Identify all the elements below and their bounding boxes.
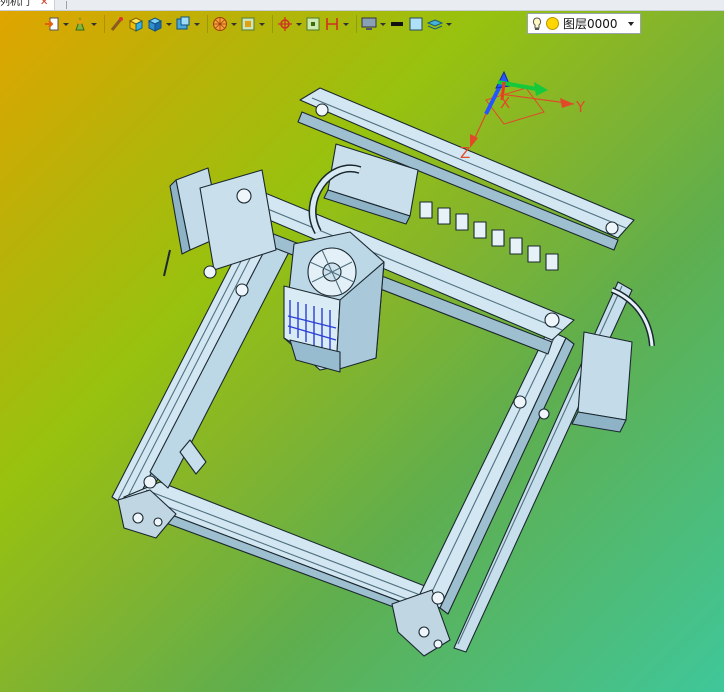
- frame-rail-left: [111, 231, 271, 511]
- stepper-motor-right: [577, 331, 633, 421]
- cnc-laser-engraver-model[interactable]: [0, 0, 724, 692]
- material-button[interactable]: [72, 13, 97, 35]
- document-tab-label: 列机门: [0, 0, 30, 8]
- lightbulb-icon[interactable]: [532, 16, 542, 31]
- snap-button[interactable]: [277, 13, 302, 35]
- import-button[interactable]: [44, 13, 69, 35]
- layer-stack-icon: [427, 19, 443, 30]
- chevron-down-icon[interactable]: [628, 22, 634, 26]
- zoom-box-icon: [306, 17, 320, 31]
- axis-x-label: X: [500, 94, 510, 112]
- cube-blue-icon: [147, 17, 163, 32]
- import-icon: [45, 17, 59, 31]
- frame-button[interactable]: [240, 13, 265, 35]
- material-icon: [75, 17, 85, 31]
- cube-yellow-icon: [128, 17, 144, 32]
- display-mode-button[interactable]: [147, 13, 172, 35]
- zoom-box-button[interactable]: [305, 13, 321, 35]
- layer-name: 图层0000: [563, 17, 618, 31]
- close-icon[interactable]: ✕: [40, 0, 48, 8]
- line-color-icon: [391, 22, 403, 26]
- line-color-button[interactable]: [389, 13, 405, 35]
- sphere-icon: [213, 17, 227, 31]
- layer-manager-button[interactable]: [427, 13, 452, 35]
- measure-button[interactable]: [324, 13, 349, 35]
- 3d-viewport[interactable]: X Y Z: [0, 0, 724, 692]
- brush-button[interactable]: [109, 13, 125, 35]
- document-tab[interactable]: 列机门 ✕: [0, 0, 56, 10]
- solid-shade-button[interactable]: [128, 13, 144, 35]
- monitor-button[interactable]: [361, 13, 386, 35]
- measure-icon: [326, 18, 338, 30]
- monitor-icon: [361, 17, 377, 30]
- fill-color-icon: [409, 17, 423, 31]
- laser-head: [283, 231, 385, 373]
- frame-rail-bottom: [123, 481, 441, 607]
- axis-z-label: Z: [460, 144, 470, 162]
- document-tab-strip: 列机门 ✕: [0, 0, 724, 11]
- fill-color-button[interactable]: [408, 13, 424, 35]
- view-cube-button[interactable]: [175, 13, 200, 35]
- layer-select[interactable]: 图层0000: [527, 13, 641, 34]
- render-sphere-button[interactable]: [212, 13, 237, 35]
- brush-icon: [110, 17, 123, 31]
- tab-divider: [66, 1, 67, 9]
- snap-icon: [278, 17, 292, 31]
- coordinate-triad: X Y Z: [460, 70, 586, 162]
- axis-y-label: Y: [575, 98, 586, 116]
- view-cube-icon: [176, 16, 190, 30]
- layer-on-icon[interactable]: [546, 17, 559, 30]
- frame-icon: [241, 17, 255, 31]
